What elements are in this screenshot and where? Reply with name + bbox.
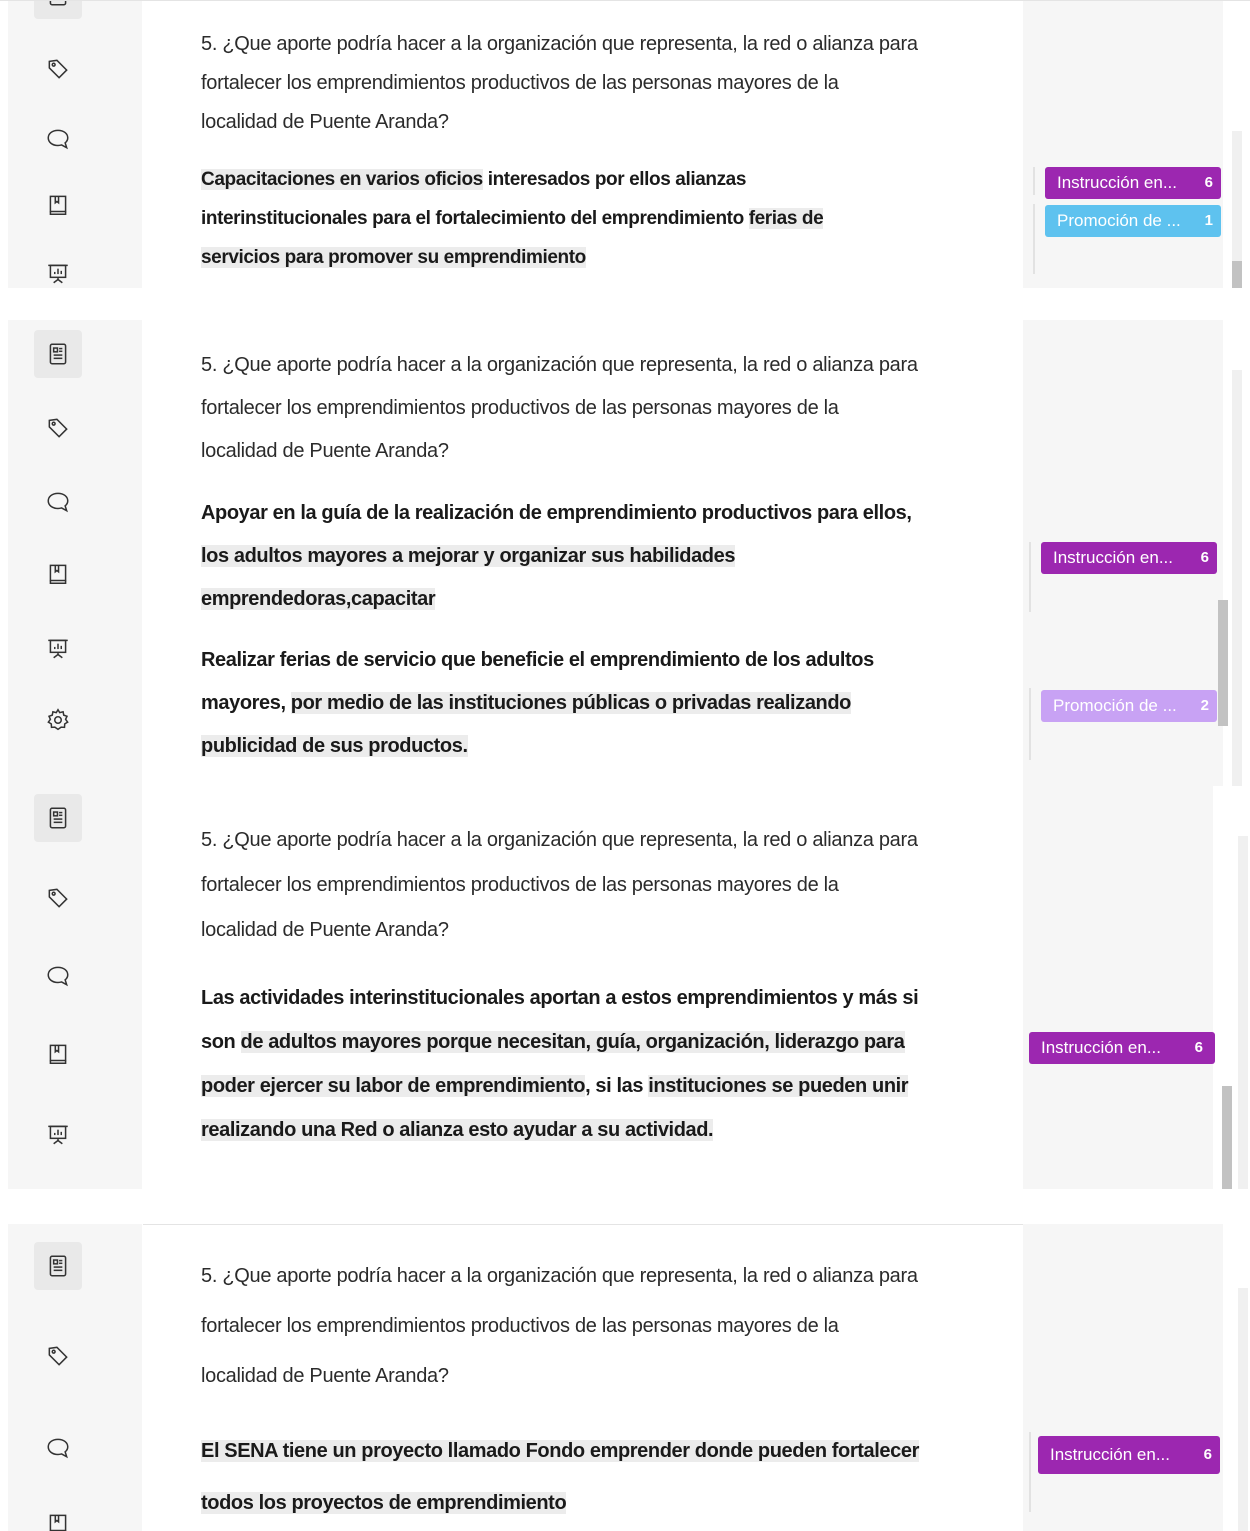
scrollbar-thumb[interactable] <box>1222 1086 1232 1189</box>
code-tag[interactable]: Promoción de ... 2 <box>1041 690 1217 722</box>
code-count: 6 <box>1203 1446 1212 1463</box>
presentation-icon[interactable] <box>34 1110 82 1158</box>
document-content: 5. ¿Que aporte podría hacer a la organiz… <box>143 1224 1023 1531</box>
code-count: 6 <box>1204 174 1213 191</box>
code-count: 1 <box>1204 212 1213 229</box>
answer-text[interactable]: El SENA tiene un proyecto llamado Fondo … <box>201 1425 981 1529</box>
document-icon[interactable] <box>34 794 82 842</box>
code-count: 2 <box>1200 697 1209 714</box>
coded-segment[interactable]: poder ejercer su labor de emprendimiento <box>201 1075 586 1097</box>
comment-icon[interactable] <box>34 952 82 1000</box>
code-margin: Instrucción en... 6 <box>1023 786 1215 1189</box>
question-text: 5. ¿Que aporte podría hacer a la organiz… <box>201 33 918 133</box>
document-content: 5. ¿Que aporte podría hacer a la organiz… <box>143 320 1023 786</box>
coded-segment[interactable]: publicidad de sus productos. <box>201 735 468 757</box>
code-tag[interactable]: Instrucción en... 6 <box>1045 167 1221 199</box>
code-tag[interactable]: Promoción de ... 1 <box>1045 205 1221 237</box>
coding-panel-1: 5. ¿Que aporte podría hacer a la organiz… <box>0 0 1250 288</box>
comment-icon[interactable] <box>34 115 82 163</box>
document-content: 5. ¿Que aporte podría hacer a la organiz… <box>143 1 1023 288</box>
code-bracket <box>1023 688 1031 760</box>
scrollbar[interactable] <box>1232 370 1242 786</box>
question-text: 5. ¿Que aporte podría hacer a la organiz… <box>201 354 918 462</box>
coded-segment[interactable]: servicios para promover su emprendimient… <box>201 247 586 268</box>
tool-sidebar <box>8 786 142 1189</box>
tag-icon[interactable] <box>34 874 82 922</box>
document-icon[interactable] <box>34 1 82 19</box>
tool-sidebar <box>8 1 142 288</box>
code-margin: Instrucción en... 6 Promoción de ... 2 <box>1023 320 1223 786</box>
book-icon[interactable] <box>34 1030 82 1078</box>
code-margin: Instrucción en... 6 Promoción de ... 1 <box>1023 1 1223 288</box>
book-icon[interactable] <box>34 550 82 598</box>
code-count: 6 <box>1200 549 1209 566</box>
gear-icon[interactable] <box>34 696 82 744</box>
code-tag[interactable]: Instrucción en... 6 <box>1041 542 1217 574</box>
code-bracket <box>1027 204 1035 274</box>
scrollbar-thumb[interactable] <box>1232 261 1242 288</box>
code-margin: Instrucción en... 6 <box>1023 1224 1223 1531</box>
question-text: 5. ¿Que aporte podría hacer a la organiz… <box>201 829 918 941</box>
code-tag[interactable]: Instrucción en... 6 <box>1038 1436 1220 1474</box>
answer-text[interactable]: Las actividades interinstitucionales apo… <box>201 976 981 1152</box>
code-count: 6 <box>1194 1039 1203 1056</box>
document-icon[interactable] <box>34 1242 82 1290</box>
code-bracket <box>1027 167 1035 195</box>
coding-panel-3: 5. ¿Que aporte podría hacer a la organiz… <box>0 786 1250 1189</box>
coded-segment[interactable]: de adultos mayores porque necesitan, guí… <box>240 1031 905 1053</box>
tag-icon[interactable] <box>34 404 82 452</box>
code-bracket <box>1023 542 1031 612</box>
presentation-icon[interactable] <box>34 249 82 288</box>
answer-text[interactable]: Apoyar en la guía de la realización de e… <box>201 492 981 621</box>
coded-segment[interactable]: instituciones se pueden unir <box>648 1075 909 1097</box>
document-icon[interactable] <box>34 330 82 378</box>
tag-icon[interactable] <box>34 1332 82 1380</box>
answer-text[interactable]: Realizar ferias de servicio que benefici… <box>201 639 981 768</box>
book-icon[interactable] <box>34 1500 82 1531</box>
scrollbar[interactable] <box>1238 1288 1248 1531</box>
coded-segment[interactable]: El SENA tiene un proyecto llamado Fondo … <box>201 1440 919 1462</box>
tool-sidebar <box>8 1224 142 1531</box>
scrollbar[interactable] <box>1238 836 1248 1189</box>
scrollbar-thumb[interactable] <box>1218 600 1228 726</box>
answer-text[interactable]: Capacitaciones en varios oficios interes… <box>201 160 981 277</box>
comment-icon[interactable] <box>34 478 82 526</box>
coded-segment[interactable]: realizando una Red o alianza esto ayudar… <box>201 1119 714 1141</box>
comment-icon[interactable] <box>34 1424 82 1472</box>
coded-segment[interactable]: emprendedoras,capacitar <box>201 588 436 610</box>
code-tag[interactable]: Instrucción en... 6 <box>1029 1032 1215 1064</box>
code-bracket <box>1023 1432 1031 1512</box>
document-content: 5. ¿Que aporte podría hacer a la organiz… <box>143 786 1023 1189</box>
tool-sidebar <box>8 320 142 786</box>
coded-segment[interactable]: ferias de <box>748 208 824 229</box>
book-icon[interactable] <box>34 181 82 229</box>
coded-segment[interactable]: por medio de las instituciones públicas … <box>290 692 851 714</box>
coded-segment[interactable]: Capacitaciones en varios oficios <box>201 169 483 190</box>
coding-panel-4: 5. ¿Que aporte podría hacer a la organiz… <box>0 1224 1250 1531</box>
presentation-icon[interactable] <box>34 624 82 672</box>
coded-segment[interactable]: todos los proyectos de emprendimiento <box>201 1492 567 1514</box>
coding-panel-2: 5. ¿Que aporte podría hacer a la organiz… <box>0 320 1250 786</box>
question-text: 5. ¿Que aporte podría hacer a la organiz… <box>201 1265 918 1387</box>
tag-icon[interactable] <box>34 45 82 93</box>
coded-segment[interactable]: los adultos mayores a mejorar y organiza… <box>201 545 735 567</box>
